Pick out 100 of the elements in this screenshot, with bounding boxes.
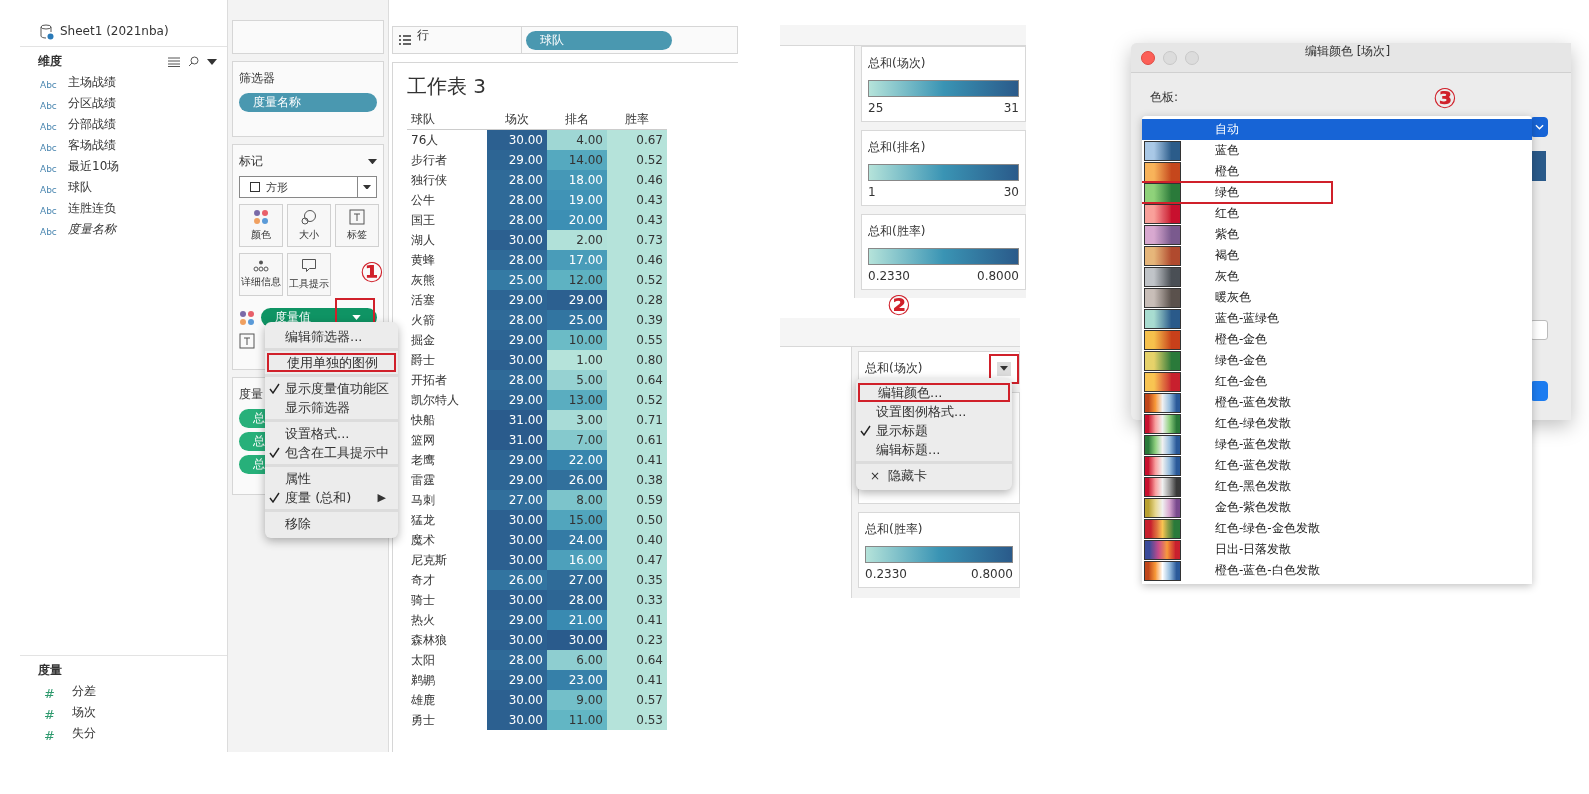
table-cell: 30.00 xyxy=(547,630,607,650)
menu-item[interactable]: 设置格式... xyxy=(265,424,398,443)
palette-option[interactable]: 橙色-蓝色-白色发散 xyxy=(1142,560,1532,581)
palette-option[interactable]: 灰色 xyxy=(1142,266,1532,287)
dimension-field[interactable]: 最近10场 xyxy=(68,158,120,175)
palette-option[interactable]: 橙色-蓝色发散 xyxy=(1142,392,1532,413)
menu-item[interactable]: × 隐藏卡 xyxy=(856,466,1012,485)
table-cell-text: 凯尔特人 xyxy=(410,392,460,409)
section-title: 度量 xyxy=(38,663,62,677)
menu-item[interactable]: 设置图例格式... xyxy=(856,402,1012,421)
palette-option[interactable]: 日出-日落发散 xyxy=(1142,539,1532,560)
palette-option[interactable]: 橙色-金色 xyxy=(1142,329,1532,350)
table-cell: 0.35 xyxy=(607,570,667,590)
table-cell-text: 篮网 xyxy=(410,432,436,449)
legend-min-label: 0.2330 xyxy=(868,269,910,283)
measure-field[interactable]: 场次 xyxy=(72,704,96,721)
palette-option[interactable]: 红色-绿色发散 xyxy=(1142,413,1532,434)
table-cell: 4.00 xyxy=(547,130,607,150)
palette-option[interactable]: 橙色 xyxy=(1142,161,1532,182)
detail-dots-icon xyxy=(253,260,269,272)
table-cell: 0.64 xyxy=(607,650,667,670)
table-cell: 29.00 xyxy=(487,670,547,690)
dimension-field[interactable]: 度量名称 xyxy=(68,221,116,238)
table-cell: 29.00 xyxy=(487,450,547,470)
legend-title: 总和(胜率) xyxy=(868,223,926,240)
palette-option[interactable]: 金色-紫色发散 xyxy=(1142,497,1532,518)
search-icon[interactable] xyxy=(188,56,199,67)
dimension-field[interactable]: 连胜连负 xyxy=(68,200,116,217)
legend-max-label: 0.8000 xyxy=(971,567,1013,581)
table-cell-text: 快船 xyxy=(410,412,436,429)
legend-min-label: 0.2330 xyxy=(865,567,907,581)
menu-item[interactable]: 编辑标题... xyxy=(856,440,1012,459)
table-cell-text: 雄鹿 xyxy=(410,692,436,709)
dimension-field[interactable]: 分部战绩 xyxy=(68,116,116,133)
number-type-label: # xyxy=(44,686,56,701)
table-cell: 3.00 xyxy=(547,410,607,430)
list-view-icon[interactable] xyxy=(168,56,180,67)
palette-option[interactable]: 红色-蓝色发散 xyxy=(1142,455,1532,476)
palette-option[interactable]: 红色 xyxy=(1142,203,1532,224)
table-cell-text: 76人 xyxy=(410,132,440,149)
palette-option[interactable]: 绿色 xyxy=(1142,182,1532,203)
palette-option[interactable]: 红色-金色 xyxy=(1142,371,1532,392)
table-cell-text: 鹈鹕 xyxy=(410,672,436,689)
dimension-field[interactable]: 主场战绩 xyxy=(68,74,116,91)
menu-item[interactable]: 移除 xyxy=(265,514,398,533)
mark-property-button[interactable]: 颜色 xyxy=(239,204,283,247)
table-cell: 0.28 xyxy=(607,290,667,310)
table-cell: 26.00 xyxy=(487,570,547,590)
table-cell: 30.00 xyxy=(487,590,547,610)
measure-field[interactable]: 分差 xyxy=(72,683,96,700)
close-button[interactable] xyxy=(1141,50,1155,65)
palette-option[interactable]: 绿色-蓝色发散 xyxy=(1142,434,1532,455)
table-cell: 31.00 xyxy=(487,410,547,430)
table-cell: 31.00 xyxy=(487,430,547,450)
menu-item[interactable]: 显示标题 xyxy=(856,421,1012,440)
palette-option[interactable]: 紫色 xyxy=(1142,224,1532,245)
menu-item[interactable]: 编辑筛选器... xyxy=(265,327,398,346)
table-cell: 28.00 xyxy=(487,190,547,210)
mark-property-button[interactable]: 大小 xyxy=(287,204,331,247)
text-label-icon xyxy=(239,333,255,349)
menu-item[interactable]: 属性 xyxy=(265,469,398,488)
menu-item[interactable]: 包含在工具提示中 xyxy=(265,443,398,462)
menu-item[interactable]: 编辑颜色... xyxy=(858,383,1010,402)
table-cell: 30.00 xyxy=(487,230,547,250)
measure-field[interactable]: 失分 xyxy=(72,725,96,742)
mark-property-button[interactable]: 详细信息 xyxy=(239,253,283,296)
table-cell: 28.00 xyxy=(487,310,547,330)
table-cell-text: 公牛 xyxy=(410,192,436,209)
text-label-icon xyxy=(349,209,365,225)
table-cell: 6.00 xyxy=(547,650,607,670)
palette-option[interactable]: 绿色-金色 xyxy=(1142,350,1532,371)
table-cell-text: 勇士 xyxy=(410,712,436,729)
dimension-field[interactable]: 分区战绩 xyxy=(68,95,116,112)
menu-item[interactable]: 使用单独的图例 xyxy=(267,353,396,372)
menu-item[interactable]: 度量 (总和) ▶ xyxy=(265,488,398,507)
palette-option[interactable]: 蓝色 xyxy=(1142,140,1532,161)
menu-item[interactable]: 显示筛选器 xyxy=(265,398,398,417)
dimension-field[interactable]: 球队 xyxy=(68,179,92,196)
palette-option[interactable]: 蓝色-蓝绿色 xyxy=(1142,308,1532,329)
data-source-name[interactable]: Sheet1 (2021nba) xyxy=(60,24,169,38)
palette-option[interactable]: 红色-绿色-金色发散 xyxy=(1142,518,1532,539)
menu-item[interactable]: 显示度量值功能区 xyxy=(265,379,398,398)
mark-type-dropdown[interactable]: 方形 xyxy=(239,176,377,198)
dimension-field[interactable]: 客场战绩 xyxy=(68,137,116,154)
table-cell-text: 森林狼 xyxy=(410,632,448,649)
table-cell: 21.00 xyxy=(547,610,607,630)
palette-option[interactable]: 暖灰色 xyxy=(1142,287,1532,308)
string-type-label: Abc xyxy=(40,184,58,195)
table-cell: 28.00 xyxy=(487,650,547,670)
table-cell: 7.00 xyxy=(547,430,607,450)
number-type-label: # xyxy=(44,707,56,722)
mark-property-button[interactable]: 工具提示 xyxy=(287,253,331,296)
palette-option[interactable]: 红色-黑色发散 xyxy=(1142,476,1532,497)
chevron-down-icon xyxy=(1534,124,1544,130)
mark-property-button[interactable]: 标签 xyxy=(335,204,379,247)
palette-option[interactable]: 褐色 xyxy=(1142,245,1532,266)
legend-min-label: 1 xyxy=(868,185,876,199)
palette-option[interactable]: 自动 xyxy=(1142,119,1532,140)
rows-icon xyxy=(399,35,411,45)
table-cell-text: 尼克斯 xyxy=(410,552,448,569)
